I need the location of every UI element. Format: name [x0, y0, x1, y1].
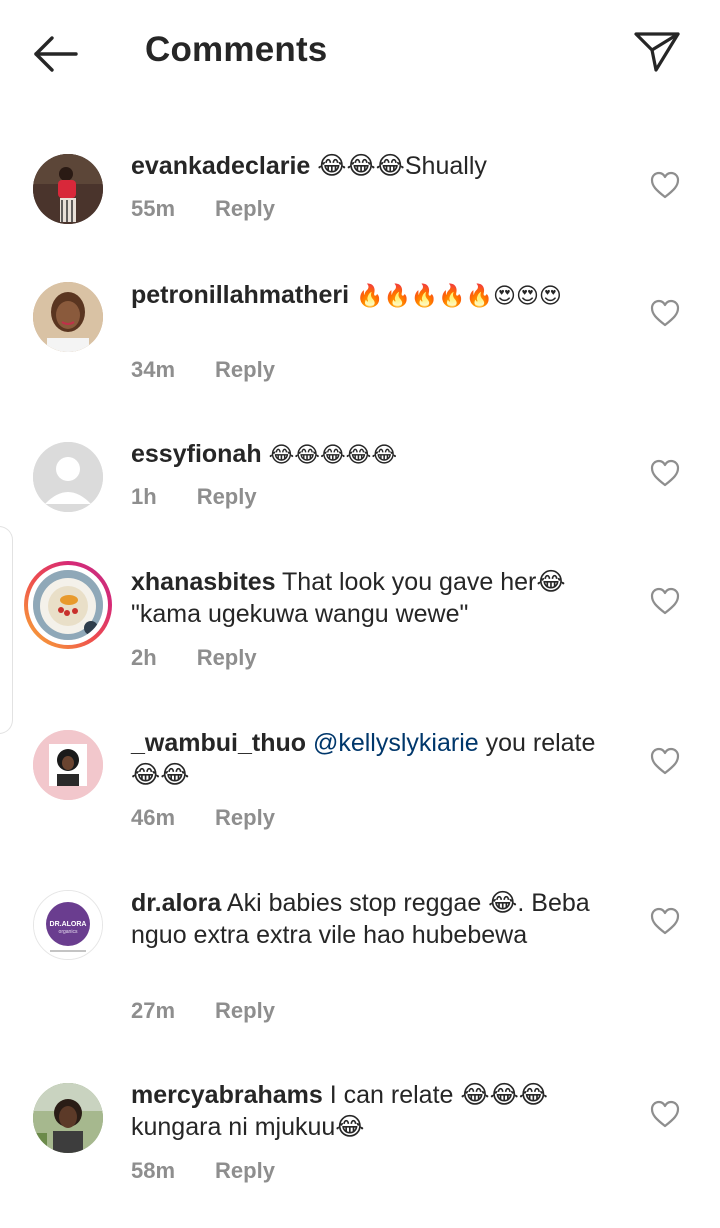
avatar[interactable]: [33, 442, 103, 512]
avatar[interactable]: [33, 1083, 103, 1153]
comment-username[interactable]: dr.alora: [131, 889, 221, 917]
reply-button[interactable]: Reply: [215, 998, 275, 1024]
comment-time: 55m: [131, 196, 176, 221]
avatar-logo-text: DR.ALORA: [50, 921, 87, 928]
avatar[interactable]: [33, 730, 103, 800]
page-title: Comments: [145, 30, 328, 69]
comment-time: 27m: [131, 998, 176, 1023]
avatar-logo-subtext: organics: [59, 929, 78, 935]
avatar[interactable]: DR.ALORA organics: [33, 890, 103, 960]
comment-time: 2h: [131, 645, 157, 670]
story-ring[interactable]: [24, 561, 112, 649]
reply-button[interactable]: Reply: [215, 805, 275, 831]
comment-username[interactable]: petronillahmatheri: [131, 281, 349, 309]
comment-username[interactable]: xhanasbites: [131, 568, 276, 596]
heart-icon[interactable]: [650, 907, 680, 935]
comment-time: 1h: [131, 484, 157, 509]
back-arrow-icon[interactable]: [30, 34, 82, 74]
reply-button[interactable]: Reply: [215, 357, 275, 383]
comment-username[interactable]: _wambui_thuo: [131, 729, 306, 757]
comment-username[interactable]: mercyabrahams: [131, 1081, 323, 1109]
heart-icon[interactable]: [650, 459, 680, 487]
header: Comments: [0, 0, 720, 106]
reply-button[interactable]: Reply: [197, 484, 257, 510]
reply-button[interactable]: Reply: [197, 645, 257, 671]
send-icon[interactable]: [632, 28, 682, 74]
mention-link[interactable]: @kellyslykiarie: [313, 729, 479, 757]
comment-text: 🔥🔥🔥🔥🔥😍😍😍: [356, 283, 562, 308]
avatar[interactable]: [33, 282, 103, 352]
reply-button[interactable]: Reply: [215, 1158, 275, 1184]
heart-icon[interactable]: [650, 587, 680, 615]
heart-icon[interactable]: [650, 747, 680, 775]
reply-button[interactable]: Reply: [215, 196, 275, 222]
avatar[interactable]: [33, 154, 103, 224]
comment-time: 58m: [131, 1158, 176, 1183]
comment-text: 😂😂😂😂😂: [268, 442, 398, 467]
comment-text: 😂😂😂Shually: [317, 152, 487, 180]
comment-username[interactable]: evankadeclarie: [131, 152, 310, 180]
heart-icon[interactable]: [650, 299, 680, 327]
heart-icon[interactable]: [650, 171, 680, 199]
comment-time: 34m: [131, 357, 176, 382]
comment-username[interactable]: essyfionah: [131, 440, 262, 468]
avatar[interactable]: [33, 570, 103, 640]
heart-icon[interactable]: [650, 1100, 680, 1128]
side-edge-tab: [0, 526, 13, 734]
comment-time: 46m: [131, 805, 176, 830]
